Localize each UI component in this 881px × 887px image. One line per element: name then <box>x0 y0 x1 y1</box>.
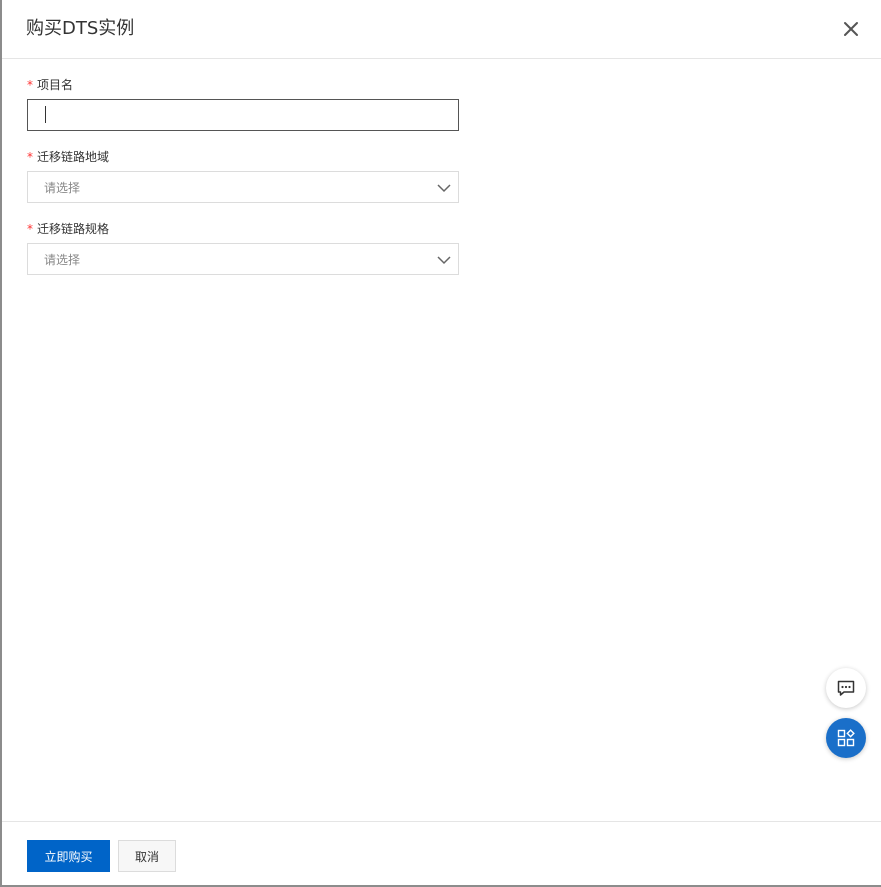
dialog-title: 购买DTS实例 <box>26 18 135 39</box>
cancel-button[interactable]: 取消 <box>118 840 176 872</box>
dialog-footer: 立即购买 取消 <box>2 821 881 886</box>
apps-button[interactable] <box>826 718 866 758</box>
spec-select[interactable]: 请选择 <box>27 243 459 275</box>
close-icon <box>844 22 858 36</box>
spec-select-placeholder: 请选择 <box>44 253 81 267</box>
buy-now-button[interactable]: 立即购买 <box>27 840 110 872</box>
text-cursor <box>45 106 46 123</box>
spec-label-text: 迁移链路规格 <box>37 222 110 236</box>
required-mark: * <box>27 78 33 92</box>
purchase-dialog: 购买DTS实例 * 项目名 * 迁移链路地域 请选择 * 迁移链路规格 请选择 <box>0 0 881 887</box>
close-button[interactable] <box>838 16 864 42</box>
project-name-input[interactable] <box>27 99 459 131</box>
required-mark: * <box>27 222 33 236</box>
chat-bubble-icon <box>837 680 855 696</box>
project-name-label: * 项目名 <box>27 77 73 93</box>
required-mark: * <box>27 150 33 164</box>
chat-button[interactable] <box>826 668 866 708</box>
apps-grid-icon <box>837 729 855 747</box>
region-select-placeholder: 请选择 <box>44 181 81 195</box>
spec-label: * 迁移链路规格 <box>27 221 109 237</box>
region-label: * 迁移链路地域 <box>27 149 109 165</box>
region-select[interactable]: 请选择 <box>27 171 459 203</box>
dialog-header: 购买DTS实例 <box>2 0 881 59</box>
region-label-text: 迁移链路地域 <box>37 150 110 164</box>
project-name-label-text: 项目名 <box>37 78 74 92</box>
chevron-down-icon <box>437 256 451 265</box>
chevron-down-icon <box>437 184 451 193</box>
